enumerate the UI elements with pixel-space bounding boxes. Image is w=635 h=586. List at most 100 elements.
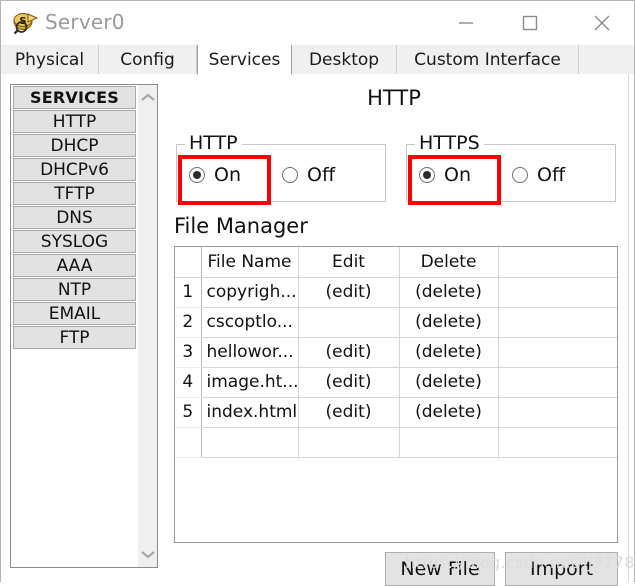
cell-empty [399, 427, 499, 458]
sidebar-item-dhcp[interactable]: DHCP [13, 134, 136, 157]
sidebar-item-label: DHCPv6 [40, 159, 109, 180]
cell-delete-link[interactable]: (delete) [399, 367, 499, 398]
sidebar-item-email[interactable]: EMAIL [13, 302, 136, 325]
cell-delete-link[interactable]: (delete) [399, 307, 499, 338]
cell-blank [498, 277, 617, 308]
sidebar-item-label: HTTP [52, 111, 97, 132]
column-header-index [175, 247, 202, 278]
https-on-radio[interactable]: On [419, 159, 471, 191]
services-list[interactable]: SERVICES HTTP DHCP DHCPv6 TFTP DNS SYSLO… [11, 85, 139, 567]
table-row[interactable]: 4 image.ht... (edit) (delete) [175, 367, 617, 398]
cell-delete-link[interactable]: (delete) [399, 337, 499, 368]
file-manager-title: File Manager [174, 214, 308, 238]
service-detail-panel: HTTP HTTP On Off HTTPS On Off File Manag… [169, 74, 624, 586]
https-group-box: HTTPS On Off [406, 132, 616, 202]
cell-blank [498, 307, 617, 338]
tab-label: Desktop [308, 49, 380, 70]
sidebar-item-ftp[interactable]: FTP [13, 326, 136, 349]
sidebar-item-dns[interactable]: DNS [13, 206, 136, 229]
row-index: 5 [175, 397, 202, 428]
tab-config[interactable]: Config [99, 45, 197, 74]
sidebar-item-label: AAA [56, 255, 93, 276]
cell-blank [498, 337, 617, 368]
column-header-delete: Delete [399, 247, 499, 278]
panel-divider [628, 74, 629, 582]
tab-desktop[interactable]: Desktop [292, 45, 397, 74]
http-radio-row: On Off [177, 159, 385, 199]
sidebar-item-tftp[interactable]: TFTP [13, 182, 136, 205]
cell-file-name: cscoptlo... [201, 307, 299, 338]
cell-file-name: hellowor... [201, 337, 299, 368]
sidebar-item-ntp[interactable]: NTP [13, 278, 136, 301]
sidebar-item-label: NTP [57, 279, 92, 300]
http-group-legend: HTTP [185, 132, 242, 154]
table-header-row: File Name Edit Delete [175, 247, 617, 278]
tab-physical[interactable]: Physical [1, 45, 99, 74]
cell-edit-link[interactable]: (edit) [298, 337, 400, 368]
page-title: HTTP [367, 86, 421, 110]
new-file-button[interactable]: New File [385, 552, 495, 586]
https-group-legend: HTTPS [415, 132, 484, 154]
sidebar-item-label: SYSLOG [40, 231, 109, 252]
cell-empty [498, 427, 617, 458]
cell-delete-link[interactable]: (delete) [399, 397, 499, 428]
row-index: 2 [175, 307, 202, 338]
cell-empty [298, 427, 400, 458]
row-index: 1 [175, 277, 202, 308]
sidebar-item-aaa[interactable]: AAA [13, 254, 136, 277]
minimize-icon[interactable] [443, 1, 489, 45]
radio-dot-icon [419, 167, 435, 183]
import-button-label: Import [529, 558, 594, 580]
cell-edit-link[interactable]: (edit) [298, 397, 400, 428]
cell-edit-link[interactable]: (edit) [298, 277, 400, 308]
file-manager-table[interactable]: File Name Edit Delete 1 copyrigh... (edi… [174, 246, 618, 543]
row-index-empty [175, 427, 202, 458]
http-on-label: On [214, 164, 241, 186]
sidebar-item-label: DNS [56, 207, 93, 228]
cell-edit-link[interactable]: (edit) [298, 367, 400, 398]
table-row[interactable]: 5 index.html (edit) (delete) [175, 397, 617, 428]
http-on-radio[interactable]: On [189, 159, 241, 191]
cell-file-name: image.ht... [201, 367, 299, 398]
tab-label: Physical [14, 49, 85, 70]
https-radio-row: On Off [407, 159, 615, 199]
https-off-radio[interactable]: Off [512, 159, 565, 191]
cell-edit-link[interactable] [298, 307, 400, 338]
sidebar-item-label: DHCP [50, 135, 99, 156]
close-icon[interactable] [579, 1, 625, 45]
maximize-icon[interactable] [507, 1, 553, 45]
server-device-icon: S [13, 11, 39, 35]
sidebar-item-http[interactable]: HTTP [13, 110, 136, 133]
table-row[interactable]: 3 hellowor... (edit) (delete) [175, 337, 617, 368]
http-off-radio[interactable]: Off [282, 159, 335, 191]
tab-custom-interface[interactable]: Custom Interface [397, 45, 579, 74]
table-row[interactable]: 2 cscoptlo... (delete) [175, 307, 617, 338]
table-row[interactable]: 1 copyrigh... (edit) (delete) [175, 277, 617, 308]
title-bar: S Server0 [1, 1, 634, 45]
tab-label: Custom Interface [414, 49, 561, 70]
column-header-edit: Edit [298, 247, 400, 278]
row-index: 4 [175, 367, 202, 398]
https-off-label: Off [537, 164, 566, 186]
sidebar-header-label: SERVICES [30, 88, 119, 107]
cell-file-name: index.html [201, 397, 299, 428]
cell-delete-link[interactable]: (delete) [399, 277, 499, 308]
row-index: 3 [175, 337, 202, 368]
sidebar-scrollbar[interactable] [138, 85, 157, 567]
cell-empty [201, 427, 299, 458]
column-header-file-name: File Name [201, 247, 299, 278]
sidebar-item-dhcpv6[interactable]: DHCPv6 [13, 158, 136, 181]
radio-dot-icon [189, 167, 205, 183]
http-off-label: Off [307, 164, 336, 186]
cell-blank [498, 367, 617, 398]
tab-strip-filler [579, 45, 634, 74]
chevron-up-icon[interactable] [138, 88, 157, 108]
radio-dot-icon [512, 167, 528, 183]
tab-services[interactable]: Services [197, 45, 292, 75]
sidebar-item-label: TFTP [54, 183, 95, 204]
column-header-blank [498, 247, 617, 278]
https-on-label: On [444, 164, 471, 186]
sidebar-item-syslog[interactable]: SYSLOG [13, 230, 136, 253]
import-button[interactable]: Import [505, 552, 618, 586]
chevron-down-icon[interactable] [138, 544, 157, 564]
